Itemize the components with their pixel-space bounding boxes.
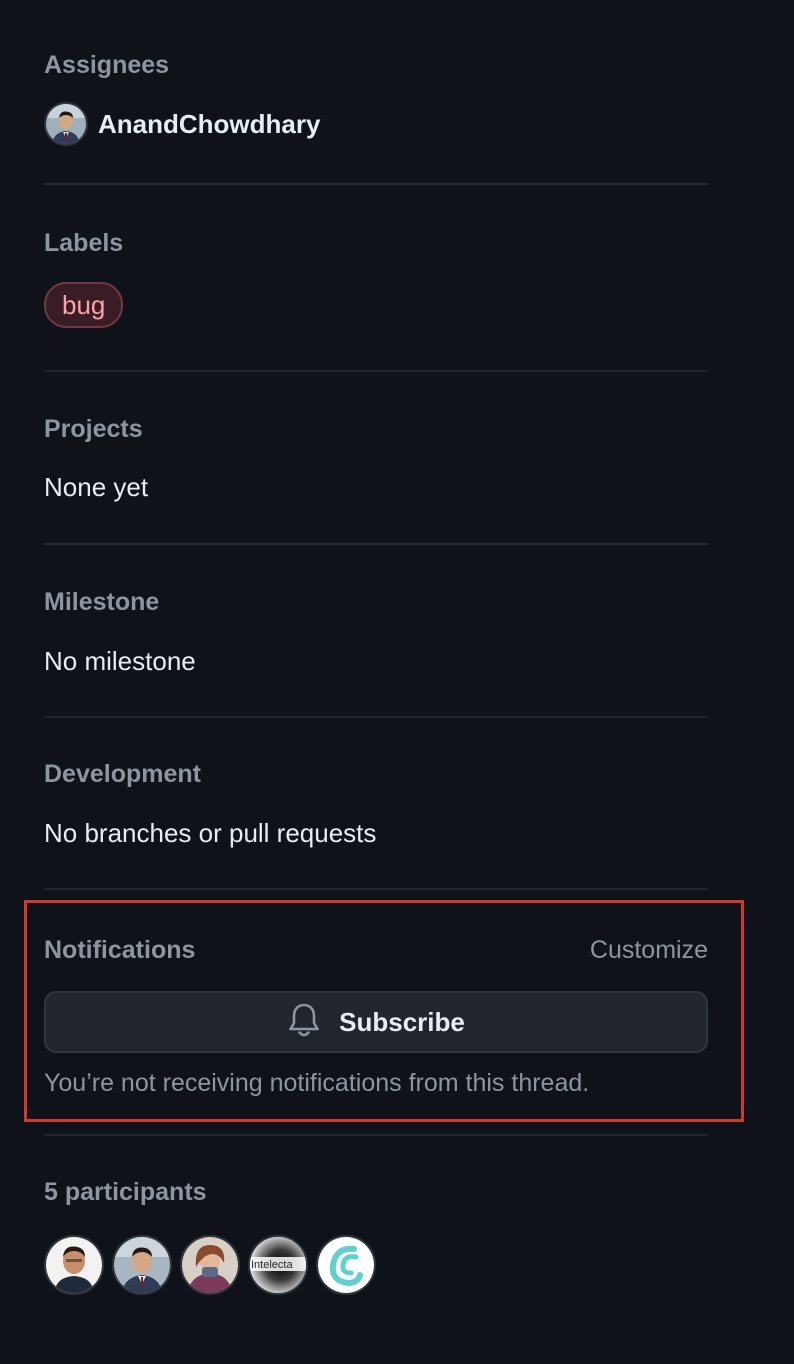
- development-heading[interactable]: Development: [44, 762, 708, 787]
- participant-avatar-4[interactable]: Intelecta: [248, 1235, 308, 1295]
- notifications-highlight-box: [24, 900, 744, 1122]
- development-section: Development No branches or pull requests: [44, 762, 708, 848]
- participant-avatar-5[interactable]: [316, 1235, 376, 1295]
- participant-avatar-4-text: Intelecta: [251, 1259, 293, 1271]
- assignee-item[interactable]: AnandChowdhary: [44, 102, 708, 146]
- milestone-heading[interactable]: Milestone: [44, 590, 708, 615]
- participant-avatar-1[interactable]: [44, 1235, 104, 1295]
- assignees-section: Assignees AnandChowdhary: [44, 53, 708, 146]
- assignee-name[interactable]: AnandChowdhary: [98, 109, 320, 140]
- label-bug[interactable]: bug: [44, 282, 124, 328]
- participants-list: Intelecta: [44, 1235, 708, 1295]
- labels-heading[interactable]: Labels: [44, 231, 708, 256]
- divider: [44, 716, 708, 718]
- participants-heading: 5 participants: [44, 1178, 207, 1206]
- milestone-section: Milestone No milestone: [44, 590, 708, 676]
- milestone-value: No milestone: [44, 646, 196, 676]
- divider: [44, 888, 708, 890]
- projects-section: Projects None yet: [44, 417, 708, 502]
- assignee-avatar[interactable]: [44, 102, 88, 146]
- projects-heading[interactable]: Projects: [44, 417, 708, 442]
- assignees-heading[interactable]: Assignees: [44, 53, 708, 78]
- development-value: No branches or pull requests: [44, 818, 377, 848]
- labels-section: Labels bug: [44, 231, 708, 328]
- participant-avatar-2[interactable]: [112, 1235, 172, 1295]
- divider: [44, 370, 708, 372]
- participant-avatar-3[interactable]: [180, 1235, 240, 1295]
- divider: [44, 543, 708, 545]
- projects-value: None yet: [44, 472, 149, 502]
- participants-section: 5 participants Intelecta: [44, 1180, 708, 1295]
- divider: [44, 183, 708, 185]
- divider: [44, 1134, 708, 1136]
